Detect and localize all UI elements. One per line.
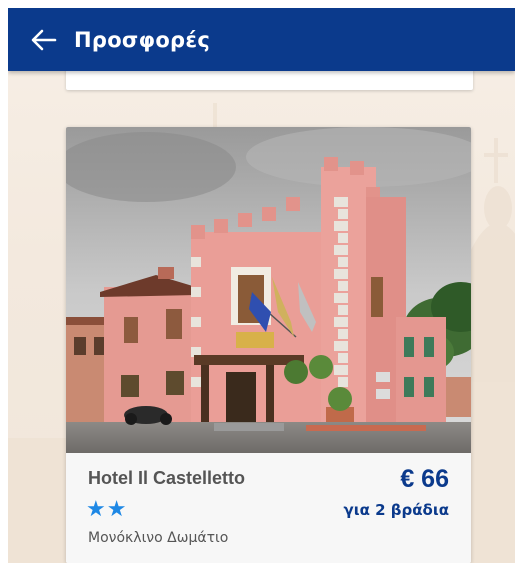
offers-screen: Προσφορές Hotel Il Castelletto ★★ Μονόκλ… bbox=[8, 8, 515, 563]
offer-card[interactable]: Hotel Il Castelletto ★★ Μονόκλινο Δωμάτι… bbox=[66, 127, 471, 563]
price: € 66 bbox=[400, 465, 449, 493]
app-bar: Προσφορές bbox=[8, 8, 515, 71]
arrow-left-icon bbox=[31, 29, 57, 50]
hotel-name: Hotel Il Castelletto bbox=[88, 468, 246, 488]
room-type: Μονόκλινο Δωμάτιο bbox=[88, 530, 229, 546]
nights-label: για 2 βράδια bbox=[343, 501, 449, 519]
offer-info: Hotel Il Castelletto ★★ Μονόκλινο Δωμάτι… bbox=[66, 453, 471, 563]
hotel-photo bbox=[66, 127, 471, 453]
star-rating: ★★ bbox=[86, 497, 128, 522]
page-title: Προσφορές bbox=[74, 27, 211, 52]
back-button[interactable] bbox=[18, 8, 70, 71]
